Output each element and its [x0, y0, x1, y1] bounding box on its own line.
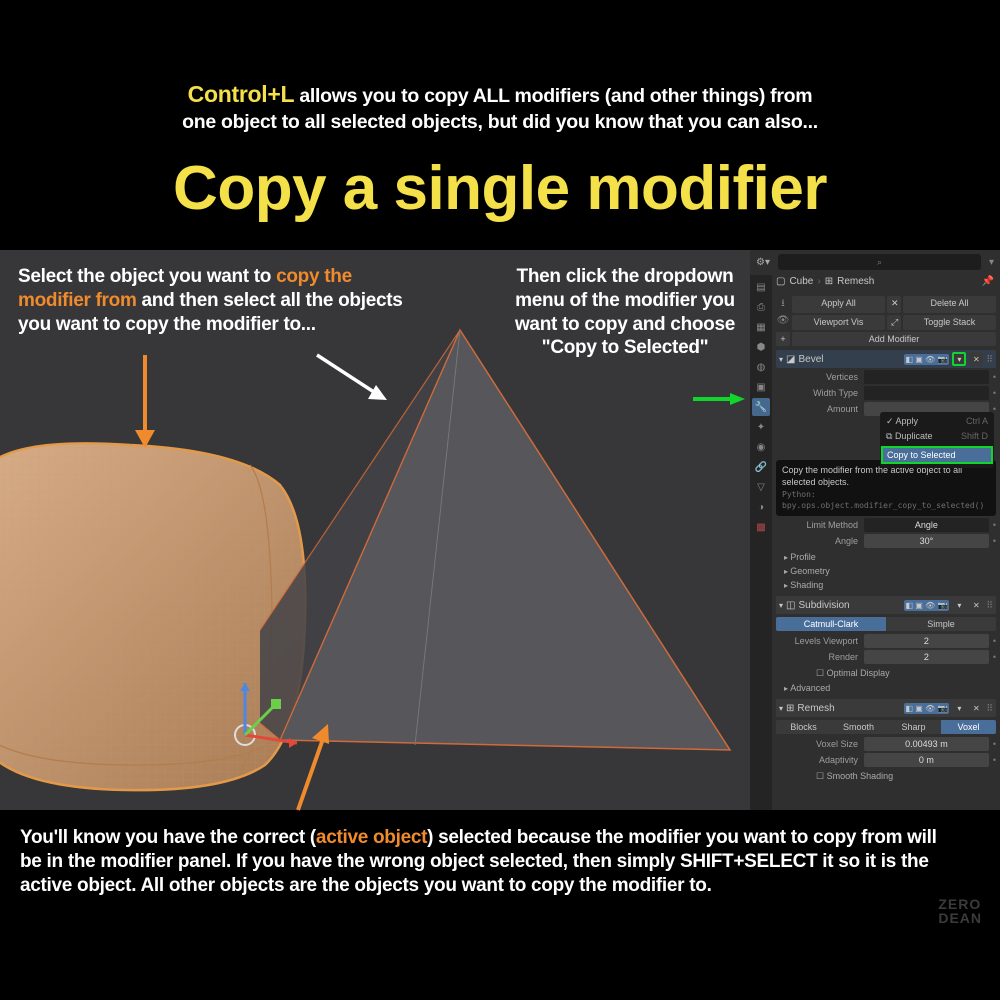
toggle-stack-button[interactable]: Toggle Stack: [903, 315, 996, 330]
viewport-vis-button[interactable]: Viewport Vis: [792, 315, 885, 330]
intro-text: Control+L allows you to copy ALL modifie…: [0, 80, 1000, 135]
tab-object-icon[interactable]: ▣: [752, 378, 770, 396]
modifier-dropdown-button[interactable]: ▾: [952, 352, 966, 366]
green-arrow-icon: [690, 390, 745, 408]
tab-particles-icon[interactable]: ✦: [752, 418, 770, 436]
section-geometry[interactable]: Geometry: [776, 564, 996, 578]
remesh-icon: ⊞: [825, 276, 833, 287]
remesh-icon: ⊞: [786, 703, 794, 714]
smooth-shading-checkbox[interactable]: Smooth Shading: [776, 769, 996, 784]
tab-physics-icon[interactable]: ◉: [752, 438, 770, 456]
display-toggles[interactable]: ◧ ▣ 👁 📷: [904, 703, 950, 714]
display-toggles[interactable]: ◧ ▣ 👁 📷: [904, 354, 950, 365]
close-modifier-icon[interactable]: ✕: [969, 352, 983, 366]
kbd-shortcut: Control+L: [188, 81, 295, 107]
caption-right: Then click the dropdown menu of the modi…: [510, 265, 740, 360]
modifier-remesh-header[interactable]: ▾ ⊞ Remesh ◧ ▣ 👁 📷 ▾ ✕ ⠿: [776, 699, 996, 717]
bevel-icon: ◪: [786, 354, 795, 365]
voxel-size-input[interactable]: 0.00493 m: [864, 737, 989, 751]
adaptivity-input[interactable]: 0 m: [864, 753, 989, 767]
tab-render-icon[interactable]: ▤: [752, 278, 770, 296]
display-toggles[interactable]: ◧ ▣ 👁 📷: [904, 600, 950, 611]
close-modifier-icon[interactable]: ✕: [969, 701, 983, 715]
filter-icon[interactable]: ▾: [989, 257, 994, 268]
tab-output-icon[interactable]: ⎙: [752, 298, 770, 316]
properties-panel: ⚙▾ ⌕ ▾ ▤ ⎙ ▦ ⬢ ◍ ▣ 🔧 ✦ ◉ 🔗 ▽ ◑ ▩ ▢ Cube …: [750, 250, 1000, 810]
levels-viewport-input[interactable]: 2: [864, 634, 989, 648]
watermark: ZERO DEAN: [938, 898, 982, 925]
cube-icon: ▢: [776, 276, 785, 287]
options-icon[interactable]: ⚙▾: [756, 257, 770, 268]
optimal-display-checkbox[interactable]: Optimal Display: [776, 666, 996, 681]
delete-all-button[interactable]: Delete All: [903, 296, 996, 313]
subdivision-icon: ◫: [786, 600, 795, 611]
tab-mesh-icon[interactable]: ▽: [752, 478, 770, 496]
download-icon[interactable]: ⭳: [776, 296, 790, 313]
arrow-to-active-icon: [282, 718, 342, 818]
modifier-dropdown-menu: ✓ Apply Ctrl A ⧉ Duplicate Shift D Copy …: [880, 412, 994, 468]
subdivision-mode-tabs[interactable]: Catmull-Clark Simple: [776, 617, 996, 631]
tab-scene-icon[interactable]: ⬢: [752, 338, 770, 356]
section-profile[interactable]: Profile: [776, 550, 996, 564]
close-icon[interactable]: ✕: [887, 296, 901, 313]
close-modifier-icon[interactable]: ✕: [969, 598, 983, 612]
tab-constraints-icon[interactable]: 🔗: [752, 458, 770, 476]
breadcrumb: ▢ Cube › ⊞ Remesh 📌: [750, 274, 1000, 291]
modifier-dropdown-button[interactable]: ▾: [952, 701, 966, 715]
modifier-dropdown-button[interactable]: ▾: [952, 598, 966, 612]
tab-material-icon[interactable]: ◑: [752, 498, 770, 516]
modifier-bevel-header[interactable]: ▾ ◪ Bevel ◧ ▣ 👁 📷 ▾ ✕ ⠿: [776, 350, 996, 368]
headline: Copy a single modifier: [0, 153, 1000, 224]
tab-modifiers-icon[interactable]: 🔧: [752, 398, 770, 416]
eye-icon[interactable]: 👁: [776, 315, 790, 330]
arrow-to-pyramid-icon: [305, 345, 395, 410]
menu-duplicate[interactable]: ⧉ Duplicate Shift D: [882, 429, 992, 444]
apply-all-button[interactable]: Apply All: [792, 296, 885, 313]
expand-icon[interactable]: ⤢: [887, 315, 901, 330]
caption-left: Select the object you want to copy the m…: [18, 265, 418, 336]
remesh-mode-tabs[interactable]: Blocks Smooth Sharp Voxel: [776, 720, 996, 734]
search-input[interactable]: ⌕: [778, 254, 981, 270]
modifier-subdivision-header[interactable]: ▾ ◫ Subdivision ◧ ▣ 👁 📷 ▾ ✕ ⠿: [776, 596, 996, 614]
bottom-caption: You'll know you have the correct (active…: [20, 826, 940, 897]
menu-apply[interactable]: ✓ Apply Ctrl A: [882, 414, 992, 429]
menu-copy-to-selected[interactable]: Copy to Selected: [881, 446, 993, 464]
section-advanced[interactable]: Advanced: [776, 681, 996, 695]
property-tabs: ▤ ⎙ ▦ ⬢ ◍ ▣ 🔧 ✦ ◉ 🔗 ▽ ◑ ▩: [750, 275, 772, 810]
pin-icon[interactable]: 📌: [982, 276, 994, 287]
section-shading[interactable]: Shading: [776, 578, 996, 592]
render-levels-input[interactable]: 2: [864, 650, 989, 664]
plus-icon[interactable]: +: [776, 332, 790, 346]
tab-texture-icon[interactable]: ▩: [752, 518, 770, 536]
tab-world-icon[interactable]: ◍: [752, 358, 770, 376]
arrow-to-cube-icon: [125, 350, 165, 450]
tooltip: Copy the modifier from the active object…: [776, 460, 996, 516]
tab-view-icon[interactable]: ▦: [752, 318, 770, 336]
add-modifier-button[interactable]: Add Modifier: [792, 332, 996, 346]
